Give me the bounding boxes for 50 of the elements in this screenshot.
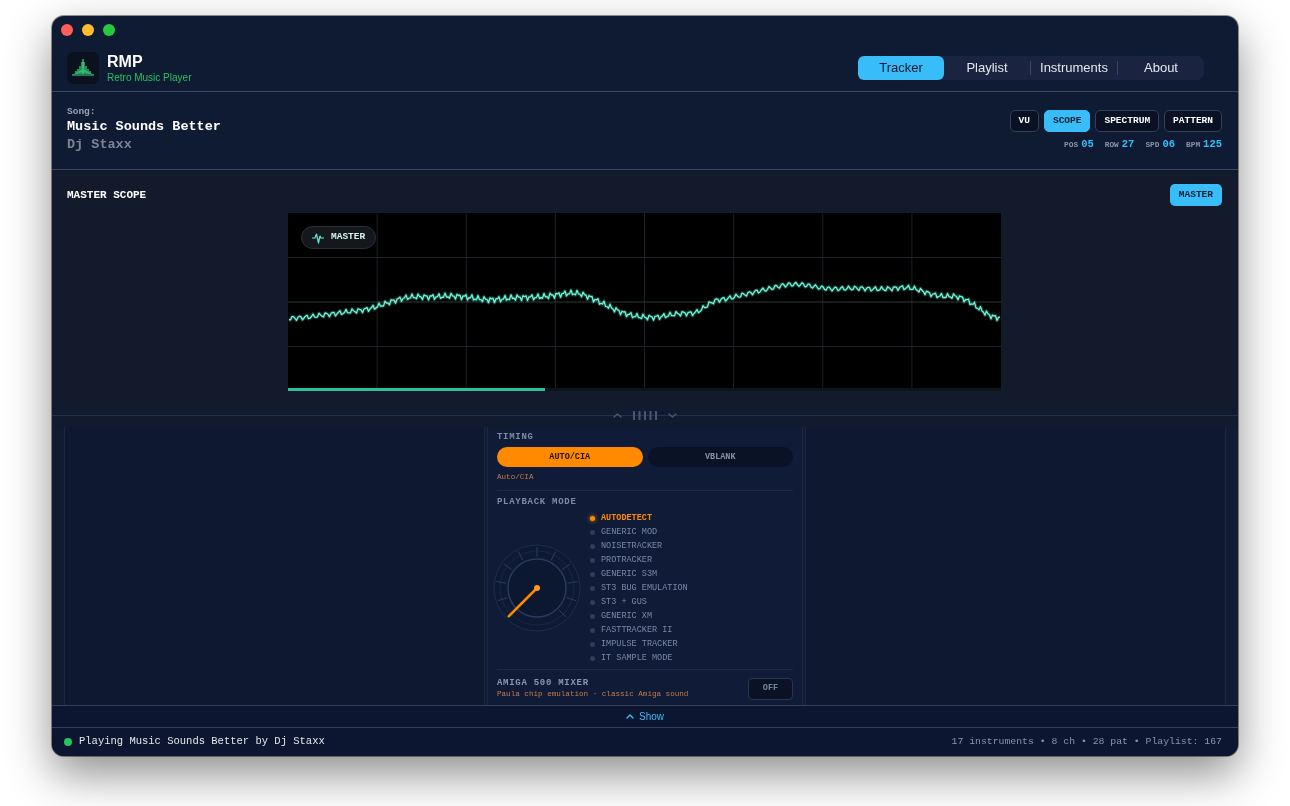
app-subtitle: Retro Music Player xyxy=(107,70,192,84)
mode-knob[interactable] xyxy=(493,544,581,632)
mode-option[interactable]: GENERIC XM xyxy=(590,609,688,623)
nav-tab[interactable]: About xyxy=(1118,55,1204,80)
nav-tab[interactable]: Playlist xyxy=(944,55,1030,80)
song-title: Music Sounds Better xyxy=(67,118,221,136)
song-artist: Dj Staxx xyxy=(67,136,133,154)
nav-tab[interactable]: Tracker xyxy=(858,55,944,80)
mode-option[interactable]: FASTTRACKER II xyxy=(590,623,688,637)
app-name: RMP xyxy=(107,51,144,71)
section-label: TIMING xyxy=(497,432,535,443)
mixer-toggle[interactable]: OFF xyxy=(748,677,793,700)
mode-option[interactable]: AUTODETECT xyxy=(590,511,688,525)
readout-value: 27 xyxy=(1121,138,1135,150)
mixer-title: AMIGA 500 MIXER xyxy=(497,677,590,689)
mode-option[interactable]: IMPULSE TRACKER xyxy=(590,637,688,651)
status-stats: 17 instruments • 8 ch • 28 pat • Playlist: 167 xyxy=(951,734,1222,749)
show-panel-button[interactable]: Show xyxy=(626,709,664,724)
zoom-button[interactable] xyxy=(103,24,115,36)
nav-tab[interactable]: Instruments xyxy=(1031,55,1117,80)
mode-option[interactable]: ST3 BUG EMULATION xyxy=(590,581,688,595)
mode-option[interactable]: GENERIC S3M xyxy=(590,567,688,581)
chevron-up-icon[interactable] xyxy=(613,413,622,418)
mode-option[interactable]: PROTRACKER xyxy=(590,553,688,567)
chevron-up-icon xyxy=(626,714,634,719)
readout-value: 125 xyxy=(1203,138,1222,150)
pulse-icon xyxy=(312,231,324,244)
view-mode-button[interactable]: SPECTRUM xyxy=(1095,110,1160,132)
song-label: Song: xyxy=(67,106,97,118)
scope-title: MASTER SCOPE xyxy=(67,187,147,203)
readout-value: 06 xyxy=(1162,138,1176,150)
grip-icon[interactable] xyxy=(632,411,658,420)
minimize-button[interactable] xyxy=(82,24,94,36)
section-label: PLAYBACK MODE xyxy=(497,497,578,508)
mode-option[interactable]: IT SAMPLE MODE xyxy=(590,651,688,665)
channel-button[interactable]: MASTER xyxy=(1169,184,1222,206)
chevron-down-icon[interactable] xyxy=(668,413,677,418)
view-mode-button[interactable]: VU xyxy=(1009,110,1039,132)
timing-option[interactable]: AUTO/CIA xyxy=(497,447,643,467)
status-message: Playing Music Sounds Better by Dj Staxx xyxy=(79,734,325,750)
view-mode-button[interactable]: PATTERN xyxy=(1164,110,1222,132)
timing-option[interactable]: VBLANK xyxy=(647,447,793,467)
mode-option[interactable]: ST3 + GUS xyxy=(590,595,688,609)
mode-option[interactable]: NOISETRACKER xyxy=(590,539,688,553)
mode-option[interactable]: GENERIC MOD xyxy=(590,525,688,539)
badge-label: MASTER xyxy=(331,230,366,245)
view-mode-button[interactable]: SCOPE xyxy=(1043,110,1091,132)
close-button[interactable] xyxy=(61,24,73,36)
app-logo-icon xyxy=(67,51,99,84)
readout-value: 05 xyxy=(1081,138,1094,150)
